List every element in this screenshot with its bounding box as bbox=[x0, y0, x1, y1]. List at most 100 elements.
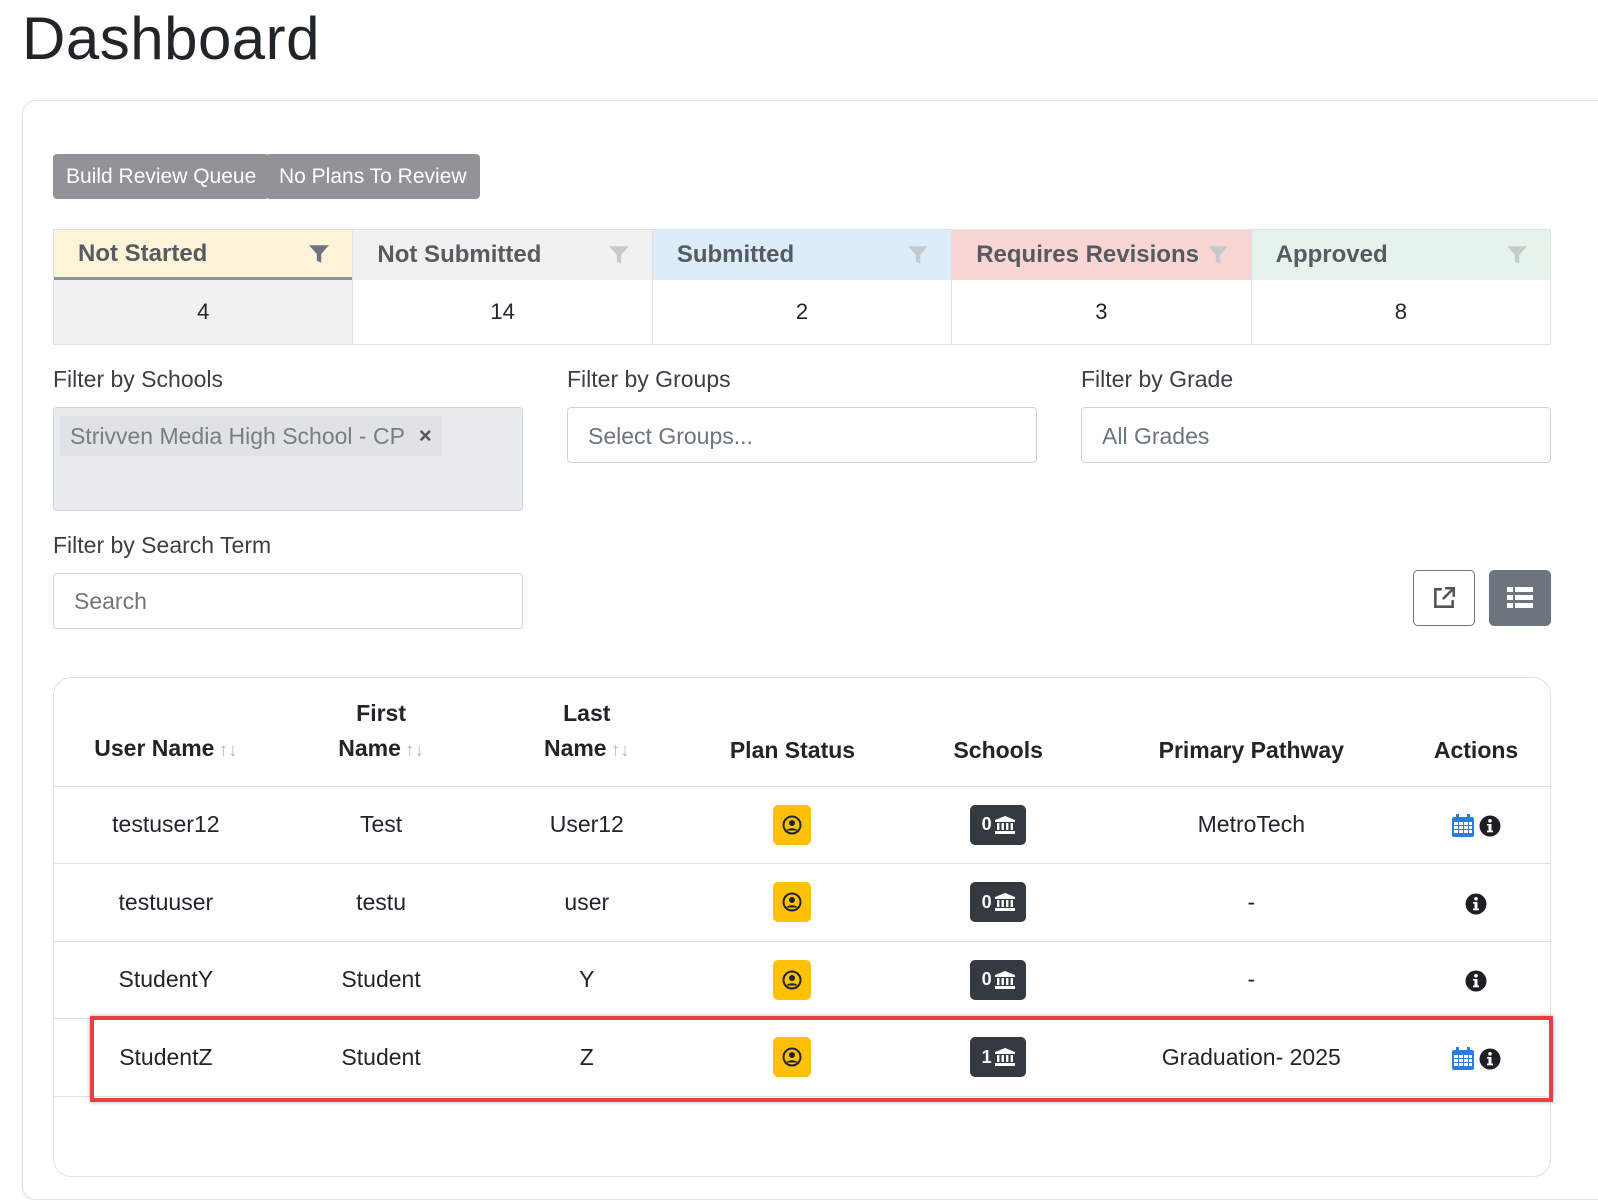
status-count: 8 bbox=[1394, 299, 1407, 324]
status-tab-header[interactable]: Not Submitted bbox=[353, 230, 652, 280]
calendar-icon[interactable] bbox=[1451, 1046, 1475, 1071]
status-not-started[interactable]: Not Started 4 bbox=[54, 230, 354, 344]
schools-count: 0 bbox=[981, 969, 992, 990]
cell-actions bbox=[1402, 941, 1550, 1019]
status-count: 4 bbox=[54, 280, 353, 344]
info-circle-icon[interactable] bbox=[1479, 815, 1501, 837]
cell-actions bbox=[1402, 1018, 1550, 1097]
schools-count: 0 bbox=[981, 891, 992, 912]
cell-last-name: user bbox=[484, 863, 690, 942]
cell-user-name: testuser12 bbox=[54, 786, 278, 864]
status-tab-label: Not Submitted bbox=[377, 241, 542, 268]
cell-first-name: Test bbox=[277, 786, 485, 864]
status-tab-label: Approved bbox=[1275, 241, 1388, 268]
list-view-button[interactable] bbox=[1489, 570, 1551, 626]
status-tab-header[interactable]: Submitted bbox=[652, 230, 952, 280]
schools-badge[interactable]: 0 bbox=[970, 882, 1027, 923]
plan-status-badge[interactable] bbox=[773, 1037, 812, 1078]
info-circle-icon[interactable] bbox=[1465, 970, 1487, 992]
column-header-last-name[interactable]: Last Name ↑↓ bbox=[484, 678, 690, 787]
external-link-icon bbox=[1434, 586, 1456, 608]
column-header-user-name[interactable]: User Name ↑↓ bbox=[54, 678, 278, 787]
cell-user-name: StudentZ bbox=[54, 1018, 278, 1097]
plan-status-badge[interactable] bbox=[773, 959, 812, 1000]
column-header-plan-status: Plan Status bbox=[689, 678, 896, 787]
info-circle-icon[interactable] bbox=[1479, 1048, 1501, 1070]
status-tab-header[interactable]: Requires Revisions bbox=[952, 230, 1251, 280]
schools-count: 0 bbox=[981, 814, 992, 835]
plan-status-badge[interactable] bbox=[773, 804, 812, 845]
schools-badge[interactable]: 0 bbox=[970, 804, 1027, 845]
cell-user-name: StudentY bbox=[54, 941, 278, 1019]
calendar-icon[interactable] bbox=[1451, 814, 1475, 838]
cell-plan-status bbox=[689, 941, 896, 1019]
status-tab-label: Requires Revisions bbox=[976, 241, 1199, 268]
sort-icon[interactable]: ↑↓ bbox=[611, 740, 630, 761]
status-tab-header[interactable]: Approved bbox=[1251, 230, 1551, 280]
list-icon bbox=[1507, 587, 1533, 608]
user-circle-icon bbox=[782, 892, 802, 912]
sort-icon[interactable]: ↑↓ bbox=[218, 740, 237, 761]
user-circle-icon bbox=[782, 970, 802, 990]
status-requires-revisions[interactable]: Requires Revisions 3 bbox=[952, 230, 1252, 344]
filter-icon[interactable] bbox=[308, 243, 330, 265]
schools-badge[interactable]: 1 bbox=[970, 1037, 1027, 1078]
status-count: 14 bbox=[490, 299, 515, 324]
status-tab-label: Submitted bbox=[676, 241, 795, 268]
university-icon bbox=[994, 815, 1015, 834]
status-count: 3 bbox=[1095, 299, 1108, 324]
schools-select[interactable]: Strivven Media High School - CP × bbox=[53, 407, 523, 511]
filter-icon[interactable] bbox=[1506, 244, 1528, 266]
university-icon bbox=[994, 970, 1015, 989]
page-title: Dashboard bbox=[22, 5, 321, 72]
status-submitted[interactable]: Submitted 2 bbox=[652, 230, 953, 344]
export-button[interactable] bbox=[1413, 570, 1475, 626]
cell-first-name: testu bbox=[277, 863, 485, 942]
filter-icon[interactable] bbox=[608, 244, 630, 266]
selected-school-chip: Strivven Media High School - CP × bbox=[60, 416, 442, 456]
cell-first-name: Student bbox=[277, 1018, 485, 1097]
table-row[interactable]: StudentY Student Y 0- bbox=[54, 941, 1550, 1019]
info-circle-icon[interactable] bbox=[1465, 893, 1487, 915]
filter-groups-label: Filter by Groups bbox=[567, 366, 731, 392]
cell-schools: 0 bbox=[895, 786, 1101, 864]
table-row[interactable]: testuuser testu user 0- bbox=[54, 863, 1550, 942]
filter-icon[interactable] bbox=[1207, 244, 1229, 266]
table-row[interactable]: StudentZ Student Z 1 Graduation- 2025 bbox=[54, 1018, 1550, 1097]
no-plans-to-review-button[interactable]: No Plans To Review bbox=[266, 154, 480, 199]
cell-last-name: Z bbox=[484, 1018, 690, 1097]
table-row[interactable]: testuser12 Test User12 0 MetroTech bbox=[54, 786, 1550, 864]
grade-select[interactable]: All Grades bbox=[1081, 407, 1551, 463]
status-approved[interactable]: Approved 8 bbox=[1251, 230, 1551, 344]
status-tab-label: Not Started bbox=[78, 239, 208, 267]
university-icon bbox=[994, 1048, 1015, 1067]
filter-schools-label: Filter by Schools bbox=[53, 366, 224, 392]
filter-grade-label: Filter by Grade bbox=[1081, 366, 1234, 392]
plan-status-badge[interactable] bbox=[773, 882, 812, 923]
status-not-submitted[interactable]: Not Submitted 14 bbox=[353, 230, 653, 344]
cell-schools: 1 bbox=[895, 1018, 1101, 1097]
cell-actions bbox=[1402, 863, 1550, 942]
cell-user-name: testuuser bbox=[54, 863, 278, 942]
status-summary: Not Started 4 Not Submitted 14 Submitted… bbox=[53, 229, 1551, 345]
column-header-actions: Actions bbox=[1402, 678, 1550, 787]
cell-plan-status bbox=[689, 1018, 896, 1097]
column-header-first-name[interactable]: First Name ↑↓ bbox=[277, 678, 485, 787]
cell-plan-status bbox=[689, 863, 896, 942]
sort-icon[interactable]: ↑↓ bbox=[405, 740, 424, 761]
schools-badge[interactable]: 0 bbox=[970, 959, 1027, 1000]
cell-actions bbox=[1402, 786, 1550, 864]
status-count: 2 bbox=[795, 299, 809, 324]
groups-select[interactable]: Select Groups... bbox=[567, 407, 1037, 463]
students-table: User Name ↑↓ First Name ↑↓ Last Name ↑↓ Plan … bbox=[54, 678, 1550, 1097]
schools-count: 1 bbox=[981, 1046, 992, 1067]
search-input[interactable] bbox=[53, 573, 523, 629]
cell-primary-pathway: - bbox=[1100, 941, 1403, 1019]
cell-schools: 0 bbox=[895, 941, 1101, 1019]
close-icon[interactable]: × bbox=[419, 423, 432, 449]
status-tab-header[interactable]: Not Started bbox=[54, 230, 353, 280]
filter-icon[interactable] bbox=[907, 244, 929, 266]
build-review-queue-button[interactable]: Build Review Queue bbox=[53, 154, 270, 199]
cell-primary-pathway: - bbox=[1100, 863, 1403, 942]
cell-last-name: User12 bbox=[484, 786, 690, 864]
